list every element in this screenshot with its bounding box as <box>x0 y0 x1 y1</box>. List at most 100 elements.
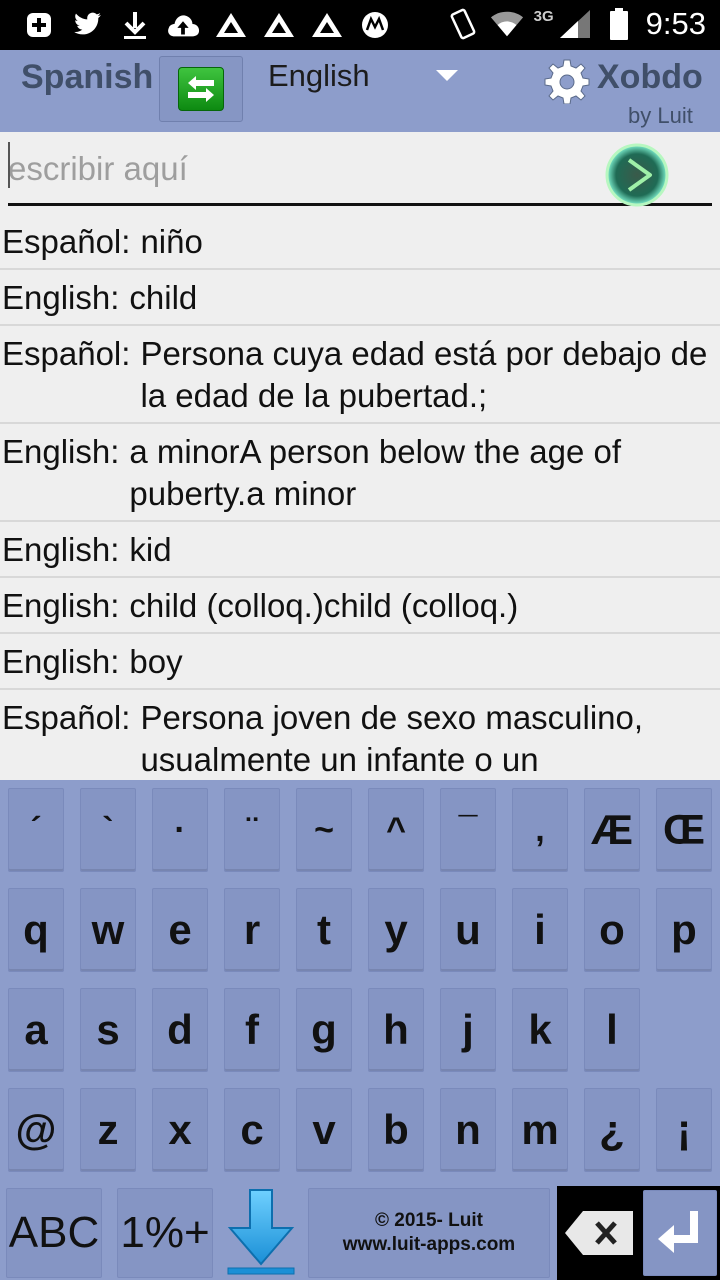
key[interactable]: ¨ <box>224 788 280 872</box>
abc-mode-key[interactable]: ABC <box>6 1188 102 1278</box>
key[interactable]: s <box>80 988 136 1072</box>
result-text: boy <box>129 643 183 680</box>
target-language-select[interactable]: English <box>268 58 370 94</box>
key[interactable]: Æ <box>584 788 640 872</box>
key[interactable]: j <box>440 988 496 1072</box>
result-text: child (colloq.)child (colloq.) <box>129 587 519 624</box>
enter-key-face <box>643 1190 717 1276</box>
keyboard-row-zxcv: @ z x c v b n m ¿ ¡ <box>0 1088 720 1174</box>
status-bar-notifications <box>22 8 392 42</box>
key[interactable]: ¯ <box>440 788 496 872</box>
chevron-down-icon[interactable] <box>436 70 458 81</box>
key[interactable]: c <box>224 1088 280 1172</box>
key[interactable]: ¡ <box>656 1088 712 1172</box>
signal-icon <box>558 7 592 41</box>
key[interactable]: w <box>80 888 136 972</box>
key[interactable]: ^ <box>368 788 424 872</box>
vibrate-icon <box>446 7 480 41</box>
triangle-app-icon <box>310 8 344 42</box>
result-text: niño <box>140 223 203 260</box>
swap-languages-button[interactable] <box>159 56 243 122</box>
backspace-icon <box>564 1211 633 1255</box>
result-language: English: <box>2 587 120 624</box>
key[interactable]: f <box>224 988 280 1072</box>
key[interactable]: · <box>152 788 208 872</box>
list-item[interactable]: Español: Persona cuya edad está por deba… <box>0 326 720 424</box>
keyboard-row-asdf: a s d f g h j k l <box>0 988 720 1074</box>
list-item[interactable]: English: boy <box>0 634 720 690</box>
list-item[interactable]: English: a minorA person below the age o… <box>0 424 720 522</box>
key[interactable]: n <box>440 1088 496 1172</box>
gear-icon[interactable] <box>544 58 590 105</box>
keyboard-row-qwerty: q w e r t y u i o p <box>0 888 720 974</box>
key[interactable]: p <box>656 888 712 972</box>
list-item[interactable]: Español: Persona joven de sexo masculino… <box>0 690 720 780</box>
result-text: a minorA person below the age of puberty… <box>129 433 622 512</box>
key[interactable]: u <box>440 888 496 972</box>
key[interactable]: ¿ <box>584 1088 640 1172</box>
symbols-mode-key[interactable]: 1%+ <box>117 1188 213 1278</box>
status-bar-system: 3G 9:53 <box>446 6 706 42</box>
enter-key[interactable] <box>640 1186 720 1280</box>
status-bar: 3G 9:53 <box>0 0 720 50</box>
result-language: Español: <box>2 223 131 260</box>
list-item[interactable]: Español: niño <box>0 214 720 270</box>
key[interactable]: l <box>584 988 640 1072</box>
key[interactable]: h <box>368 988 424 1072</box>
down-arrow-icon <box>227 1189 295 1275</box>
twitter-icon <box>70 8 104 42</box>
key[interactable]: k <box>512 988 568 1072</box>
key[interactable]: t <box>296 888 352 972</box>
keyboard-bottom-row: ABC 1%+ © 2015- Luit www.luit-apps.com <box>0 1186 720 1280</box>
key[interactable]: b <box>368 1088 424 1172</box>
key[interactable]: ~ <box>296 788 352 872</box>
key[interactable]: x <box>152 1088 208 1172</box>
result-language: English: <box>2 643 120 680</box>
key[interactable]: q <box>8 888 64 972</box>
key[interactable]: ` <box>80 788 136 872</box>
key[interactable]: Œ <box>656 788 712 872</box>
key[interactable]: v <box>296 1088 352 1172</box>
cloud-upload-icon <box>166 8 200 42</box>
backspace-key[interactable] <box>557 1186 640 1280</box>
clock: 9:53 <box>645 6 706 41</box>
key[interactable]: , <box>512 788 568 872</box>
key[interactable]: y <box>368 888 424 972</box>
key[interactable]: d <box>152 988 208 1072</box>
result-language: Español: <box>2 335 131 372</box>
hide-keyboard-button[interactable] <box>222 1188 300 1278</box>
keyboard-row-accents: ´ ` · ¨ ~ ^ ¯ , Æ Œ <box>0 788 720 874</box>
search-go-button[interactable] <box>604 142 670 208</box>
result-text: Persona joven de sexo masculino, usualme… <box>140 699 644 778</box>
brand-byline: by Luit <box>628 103 693 128</box>
plus-box-icon <box>22 8 56 42</box>
battery-icon <box>602 7 636 41</box>
app-header: Spanish English Xobdo by Luit <box>0 50 720 132</box>
source-language[interactable]: Spanish <box>21 58 153 97</box>
key[interactable]: r <box>224 888 280 972</box>
enter-icon <box>658 1211 698 1253</box>
triangle-app-icon <box>214 8 248 42</box>
search-input[interactable] <box>8 144 588 194</box>
key[interactable]: @ <box>8 1088 64 1172</box>
list-item[interactable]: English: child <box>0 270 720 326</box>
motorola-icon <box>358 8 392 42</box>
result-language: English: <box>2 433 120 470</box>
result-text: kid <box>129 531 172 568</box>
key[interactable]: e <box>152 888 208 972</box>
search-bar <box>0 132 720 210</box>
triangle-app-icon <box>262 8 296 42</box>
list-item[interactable]: English: kid <box>0 522 720 578</box>
key[interactable]: o <box>584 888 640 972</box>
key[interactable]: ´ <box>8 788 64 872</box>
key[interactable]: z <box>80 1088 136 1172</box>
app-credit-key[interactable]: © 2015- Luit www.luit-apps.com <box>308 1188 550 1278</box>
key[interactable]: i <box>512 888 568 972</box>
key[interactable]: m <box>512 1088 568 1172</box>
credit-website: www.luit-apps.com <box>342 1234 516 1255</box>
result-text: child <box>129 279 198 316</box>
list-item[interactable]: English: child (colloq.)child (colloq.) <box>0 578 720 634</box>
key[interactable]: a <box>8 988 64 1072</box>
key[interactable]: g <box>296 988 352 1072</box>
swap-arrows-icon <box>178 67 224 111</box>
